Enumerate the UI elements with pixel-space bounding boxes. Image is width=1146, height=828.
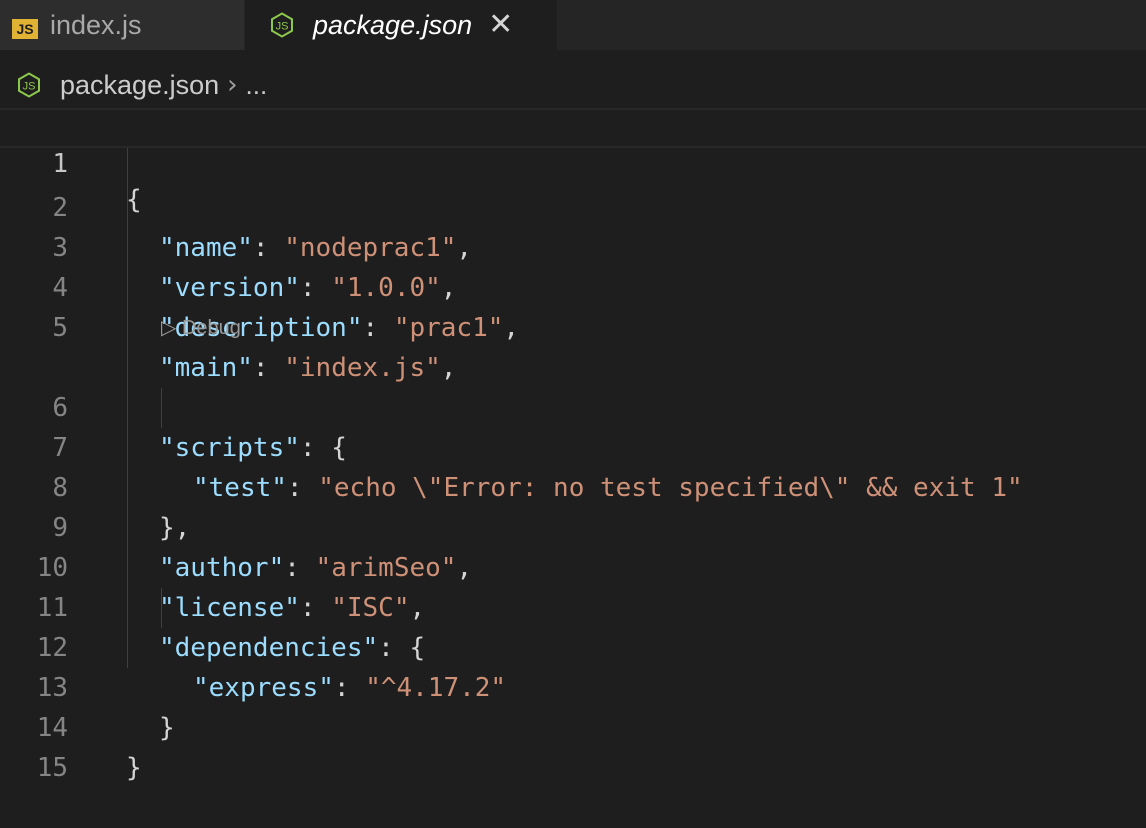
chevron-right-icon: ›	[227, 70, 238, 100]
code-line: 14 }	[0, 668, 1146, 783]
comma: ,	[503, 313, 520, 343]
code-line: 1 {	[0, 108, 1146, 215]
code-line: 8 },	[0, 428, 1146, 543]
colon: :	[362, 313, 394, 343]
svg-text:JS: JS	[276, 21, 289, 33]
js-file-icon: JS	[12, 19, 38, 39]
tab-bar: JS index.js JS package.json ✕	[0, 0, 1146, 50]
line-text: }	[126, 753, 142, 783]
tab-index-js[interactable]: JS index.js	[0, 0, 244, 50]
nodejs-icon: JS	[18, 72, 40, 98]
code-line: 6 "scripts": {	[0, 348, 1146, 463]
code-line: 11 "dependencies": {	[0, 548, 1146, 663]
code-line: 3 "version": "1.0.0",	[0, 188, 1146, 303]
breadcrumb-more[interactable]: ...	[246, 70, 268, 101]
code-line: 15	[0, 708, 1146, 783]
line-number: 5	[52, 313, 68, 343]
code-line: 4 "description": "prac1",	[0, 228, 1146, 343]
code-line: 9 "author": "arimSeo",	[0, 468, 1146, 583]
code-line: 5 "main": "index.js",	[0, 268, 1146, 383]
code-line: 13 }	[0, 628, 1146, 743]
breadcrumb: JS package.json › ...	[0, 62, 1146, 108]
svg-text:JS: JS	[23, 81, 36, 93]
tab-package-json[interactable]: JS package.json ✕	[245, 0, 557, 50]
line-number: 15	[36, 753, 68, 783]
code-editor[interactable]: 1 { 2 "name": "nodeprac1", 3 "version": …	[0, 108, 1146, 783]
debug-codelens[interactable]: ▷ Debug	[161, 308, 241, 348]
breadcrumb-file[interactable]: package.json	[60, 70, 219, 101]
code-line: 10 "license": "ISC",	[0, 508, 1146, 623]
tab-label: package.json	[313, 9, 473, 40]
close-icon[interactable]: ✕	[488, 10, 513, 40]
json-string: "prac1"	[393, 313, 504, 343]
code-line: 12 "express": "^4.17.2"	[0, 588, 1146, 703]
tab-label: index.js	[50, 9, 142, 40]
code-line: 7 "test": "echo \"Error: no test specifi…	[0, 388, 1146, 503]
nodejs-icon: JS	[271, 12, 293, 38]
code-line: 2 "name": "nodeprac1",	[0, 148, 1146, 263]
